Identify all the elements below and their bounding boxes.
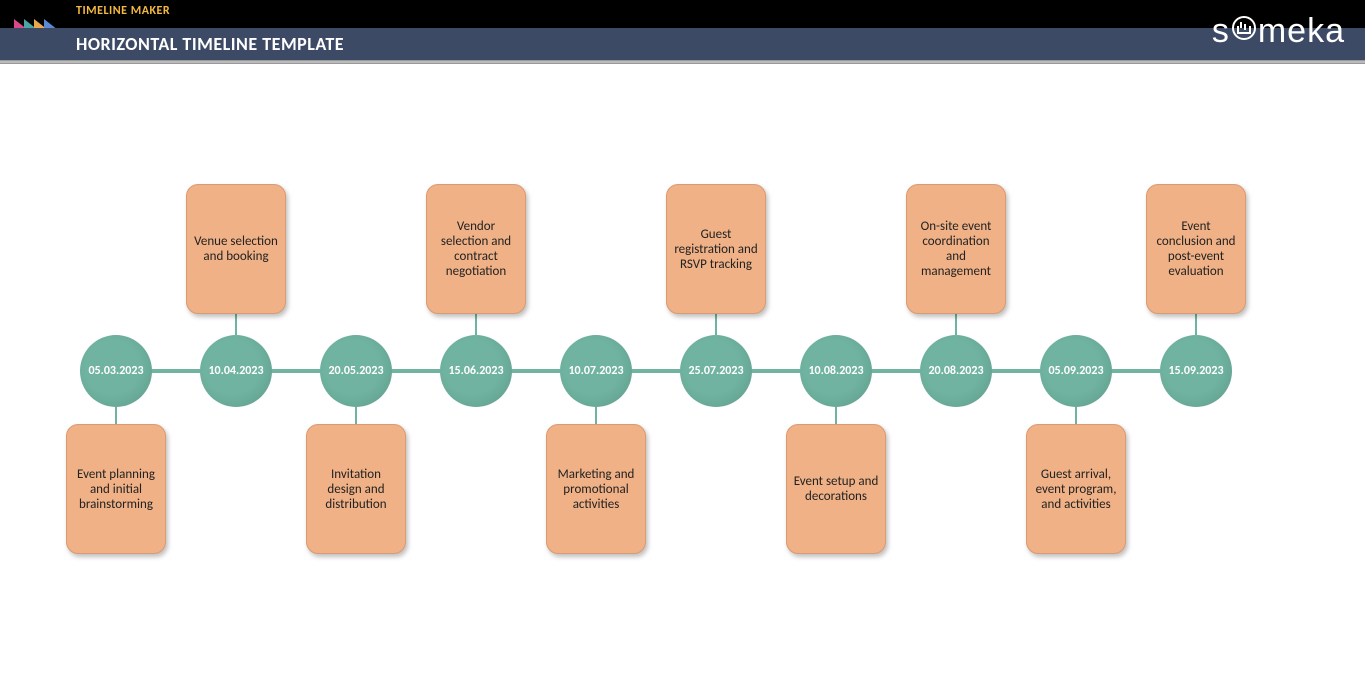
timeline-node-date: 15.09.2023 [1168,364,1223,378]
timeline-card: Event conclusion and post-event evaluati… [1146,184,1246,314]
timeline-node-date: 05.09.2023 [1048,364,1103,378]
timeline-node: 15.06.2023 [440,335,512,407]
timeline-card-label: Vendor selection and contract negotiatio… [433,219,519,279]
timeline-card: On-site event coordination and managemen… [906,184,1006,314]
sub-header: HORIZONTAL TIMELINE TEMPLATE [0,28,1365,60]
timeline-node: 05.03.2023 [80,335,152,407]
timeline-canvas: 05.03.2023 Event planning and initial bra… [0,64,1365,700]
brand-text-1: s [1212,12,1230,50]
timeline-connector [715,314,717,338]
timeline-card: Marketing and promotional activities [546,424,646,554]
timeline-node: 10.07.2023 [560,335,632,407]
brand-o-icon [1232,16,1256,40]
timeline-card: Vendor selection and contract negotiatio… [426,184,526,314]
timeline-node-date: 15.06.2023 [448,364,503,378]
app-small-title: TIMELINE MAKER [76,4,170,18]
timeline-connector [1195,314,1197,338]
timeline-connector [475,314,477,338]
timeline-node: 05.09.2023 [1040,335,1112,407]
timeline-node: 10.08.2023 [800,335,872,407]
timeline-node: 20.08.2023 [920,335,992,407]
timeline-node-date: 25.07.2023 [688,364,743,378]
timeline-connector [955,314,957,338]
timeline-card-label: Guest arrival, event program, and activi… [1033,467,1119,512]
timeline-card: Guest registration and RSVP tracking [666,184,766,314]
app-header: TIMELINE MAKER HORIZONTAL TIMELINE TEMPL… [0,0,1365,60]
timeline-node: 20.05.2023 [320,335,392,407]
timeline-connector [235,314,237,338]
timeline-card-label: Event conclusion and post-event evaluati… [1153,219,1239,279]
timeline-node: 10.04.2023 [200,335,272,407]
brand-logo: smeka [1212,12,1345,51]
timeline-axis [116,369,1196,373]
timeline-card: Guest arrival, event program, and activi… [1026,424,1126,554]
timeline-node-date: 10.07.2023 [568,364,623,378]
timeline-card-label: On-site event coordination and managemen… [913,219,999,279]
timeline-node-date: 10.04.2023 [208,364,263,378]
timeline-node-date: 10.08.2023 [808,364,863,378]
timeline-node: 15.09.2023 [1160,335,1232,407]
brand-text-2: meka [1258,12,1345,50]
timeline-card-label: Event planning and initial brainstorming [73,467,159,512]
page-title: HORIZONTAL TIMELINE TEMPLATE [76,33,344,55]
timeline-node-date: 20.05.2023 [328,364,383,378]
timeline-node-date: 20.08.2023 [928,364,983,378]
timeline-card-label: Event setup and decorations [793,474,879,504]
timeline-card-label: Marketing and promotional activities [553,467,639,512]
timeline-card: Venue selection and booking [186,184,286,314]
timeline-card-label: Venue selection and booking [193,234,279,264]
timeline-card: Event setup and decorations [786,424,886,554]
timeline-node: 25.07.2023 [680,335,752,407]
timeline-card: Event planning and initial brainstorming [66,424,166,554]
timeline-card-label: Guest registration and RSVP tracking [673,227,759,272]
timeline-card: Invitation design and distribution [306,424,406,554]
timeline-card-label: Invitation design and distribution [313,467,399,512]
timeline-node-date: 05.03.2023 [88,364,143,378]
